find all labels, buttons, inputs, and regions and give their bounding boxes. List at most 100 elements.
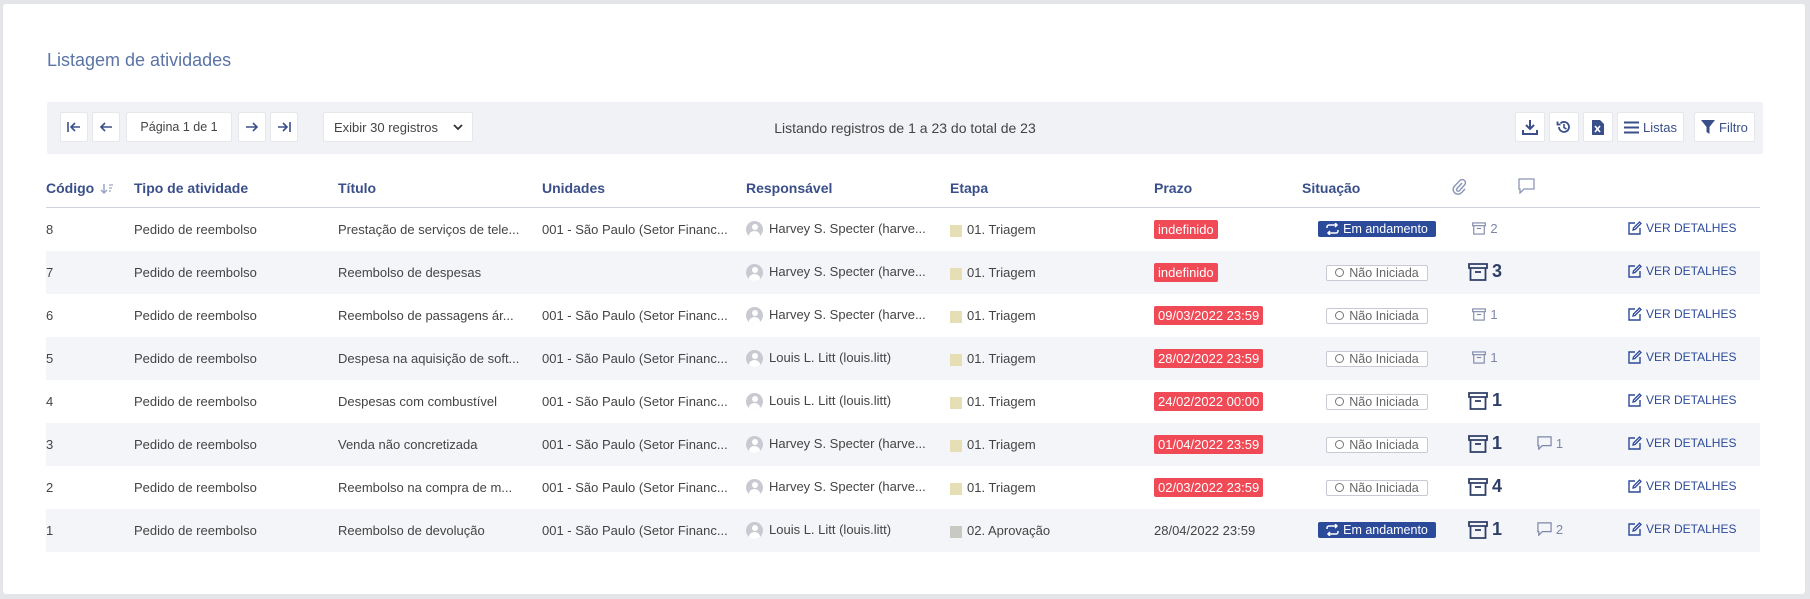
stage-value: 01. Triagem (967, 437, 1036, 452)
deadline-badge: 28/02/2022 23:59 (1154, 349, 1264, 368)
code-value: 8 (46, 222, 54, 237)
stage-color-swatch (950, 267, 962, 280)
cell-attachments[interactable]: 1 (1452, 509, 1518, 552)
attachments-count[interactable]: 4 (1468, 476, 1502, 497)
cell-unit: 001 - São Paulo (Setor Financ... (542, 509, 746, 552)
table-row[interactable]: 2 Pedido de reembolso Reembolso na compr… (46, 466, 1760, 509)
table-header-row: Código Tipo de atividade Título Unidades… (46, 168, 1760, 208)
filter-button[interactable]: Filtro (1694, 112, 1755, 142)
last-page-button[interactable] (270, 112, 298, 142)
view-details-link[interactable]: VER DETALHES (1628, 350, 1736, 364)
attachments-count[interactable]: 1 (1468, 433, 1502, 454)
status-label: Não Iniciada (1349, 308, 1419, 323)
archive-icon (1472, 351, 1487, 364)
view-details-link[interactable]: VER DETALHES (1628, 393, 1736, 407)
column-header-code[interactable]: Código (46, 168, 134, 208)
view-details-label: VER DETALHES (1646, 221, 1737, 235)
cell-deadline: 28/02/2022 23:59 (1154, 337, 1302, 380)
cell-status: Em andamento (1302, 509, 1452, 552)
column-header-deadline[interactable]: Prazo (1154, 168, 1302, 208)
table-row[interactable]: 8 Pedido de reembolso Prestação de servi… (46, 208, 1760, 252)
next-page-button[interactable] (238, 112, 266, 142)
table-row[interactable]: 5 Pedido de reembolso Despesa na aquisiç… (46, 337, 1760, 380)
owner-value: Harvey S. Specter (harve... (769, 306, 926, 322)
code-value: 5 (46, 351, 54, 366)
chevron-down-icon (453, 124, 463, 131)
cell-deadline: 28/04/2022 23:59 (1154, 509, 1302, 552)
repeat-icon (1326, 524, 1339, 536)
view-details-link[interactable]: VER DETALHES (1628, 221, 1736, 235)
cell-stage: 01. Triagem (950, 466, 1154, 509)
history-icon (1556, 121, 1570, 133)
cell-deadline: 01/04/2022 23:59 (1154, 423, 1302, 466)
view-details-link[interactable]: VER DETALHES (1628, 522, 1736, 536)
table-row[interactable]: 6 Pedido de reembolso Reembolso de passa… (46, 294, 1760, 337)
comments-value: 1 (1555, 435, 1564, 451)
attachments-count[interactable]: 1 (1468, 519, 1502, 540)
code-value: 6 (46, 308, 54, 323)
history-button[interactable] (1549, 112, 1579, 142)
edit-icon (1628, 522, 1642, 536)
cell-deadline: indefinido (1154, 208, 1302, 252)
column-header-status[interactable]: Situação (1302, 168, 1452, 208)
table-row[interactable]: 1 Pedido de reembolso Reembolso de devol… (46, 509, 1760, 552)
archive-icon (1468, 262, 1488, 281)
view-details-link[interactable]: VER DETALHES (1628, 436, 1736, 450)
attachments-count[interactable]: 1 (1468, 390, 1502, 411)
cell-attachments[interactable]: 1 (1452, 423, 1518, 466)
cell-comments (1518, 294, 1582, 337)
title-value: Despesa na aquisição de soft... (338, 351, 520, 366)
status-label: Não Iniciada (1349, 437, 1419, 452)
download-button[interactable] (1515, 112, 1545, 142)
cell-attachments[interactable]: 2 (1452, 208, 1518, 252)
status-label: Não Iniciada (1349, 351, 1419, 366)
cell-attachments[interactable]: 1 (1452, 294, 1518, 337)
first-page-button[interactable] (60, 112, 88, 142)
first-page-icon (67, 122, 80, 132)
table-row[interactable]: 7 Pedido de reembolso Reembolso de despe… (46, 251, 1760, 294)
comments-count[interactable]: 2 (1537, 522, 1563, 537)
cell-attachments[interactable]: 1 (1452, 337, 1518, 380)
cell-attachments[interactable]: 4 (1452, 466, 1518, 509)
per-page-select[interactable]: Exibir 30 registros (323, 112, 473, 142)
cell-type: Pedido de reembolso (134, 337, 338, 380)
column-header-unit[interactable]: Unidades (542, 168, 746, 208)
column-header-type[interactable]: Tipo de atividade (134, 168, 338, 208)
attachments-value: 1 (1491, 390, 1502, 411)
circle-icon (1335, 268, 1345, 277)
comment-icon (1518, 178, 1535, 195)
filter-icon (1701, 119, 1715, 134)
view-details-link[interactable]: VER DETALHES (1628, 479, 1736, 493)
cell-owner: Harvey S. Specter (harve... (746, 423, 950, 466)
cell-owner: Harvey S. Specter (harve... (746, 208, 950, 252)
cell-owner: Harvey S. Specter (harve... (746, 466, 950, 509)
cell-comments: 2 (1518, 509, 1582, 552)
prev-page-button[interactable] (92, 112, 120, 142)
column-header-title[interactable]: Título (338, 168, 542, 208)
paperclip-icon (1452, 178, 1467, 195)
attachments-count[interactable]: 1 (1472, 350, 1498, 365)
column-header-stage[interactable]: Etapa (950, 168, 1154, 208)
title-value: Reembolso de passagens ár... (338, 308, 514, 323)
table-row[interactable]: 4 Pedido de reembolso Despesas com combu… (46, 380, 1760, 423)
view-details-link[interactable]: VER DETALHES (1628, 264, 1736, 278)
view-details-link[interactable]: VER DETALHES (1628, 307, 1736, 321)
cell-attachments[interactable]: 1 (1452, 380, 1518, 423)
export-excel-button[interactable] (1583, 112, 1613, 142)
cell-title: Reembolso na compra de m... (338, 466, 542, 509)
status-badge: Em andamento (1318, 522, 1436, 538)
attachments-count[interactable]: 3 (1468, 261, 1502, 282)
unit-value: 001 - São Paulo (Setor Financ... (542, 394, 728, 409)
comments-count[interactable]: 1 (1537, 436, 1563, 451)
table-row[interactable]: 3 Pedido de reembolso Venda não concreti… (46, 423, 1760, 466)
attachments-count[interactable]: 2 (1472, 221, 1498, 236)
attachments-count[interactable]: 1 (1472, 307, 1498, 322)
column-header-owner[interactable]: Responsável (746, 168, 950, 208)
lists-button[interactable]: Listas (1617, 112, 1684, 142)
cell-comments (1518, 380, 1582, 423)
cell-owner: Louis L. Litt (louis.litt) (746, 337, 950, 380)
title-value: Reembolso na compra de m... (338, 480, 513, 495)
status-label: Não Iniciada (1349, 480, 1419, 495)
cell-owner: Louis L. Litt (louis.litt) (746, 509, 950, 552)
cell-attachments[interactable]: 3 (1452, 251, 1518, 294)
